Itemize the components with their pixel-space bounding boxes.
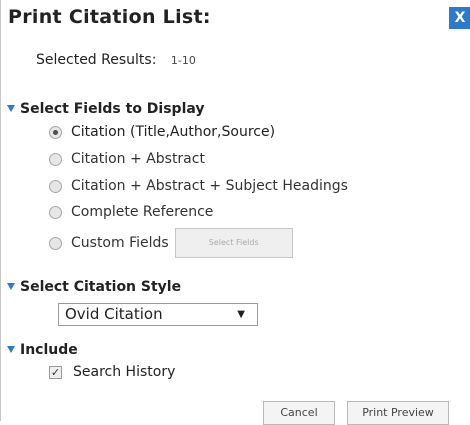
dropdown-arrow-icon: ▼: [237, 309, 245, 320]
include-section-toggle[interactable]: Include: [7, 342, 78, 358]
selected-results-label: Selected Results:: [36, 52, 157, 68]
collapse-triangle-icon: [7, 105, 15, 112]
dialog-title: Print Citation List:: [8, 6, 211, 28]
field-option-label: Citation + Abstract + Subject Headings: [71, 178, 348, 194]
selected-results-value: 1-10: [170, 54, 196, 67]
field-option-label: Citation + Abstract: [71, 151, 205, 167]
fields-section-toggle[interactable]: Select Fields to Display: [7, 101, 205, 117]
field-option-citation-abstract[interactable]: Citation + Abstract: [49, 151, 205, 167]
style-section-toggle[interactable]: Select Citation Style: [7, 279, 181, 295]
radio-button-selected[interactable]: [49, 125, 62, 139]
cancel-button[interactable]: Cancel: [263, 401, 335, 425]
close-button[interactable]: X: [449, 7, 470, 29]
select-fields-button[interactable]: Select Fields: [174, 228, 293, 258]
citation-style-value: Ovid Citation: [65, 305, 163, 323]
search-history-label: Search History: [73, 364, 176, 380]
collapse-triangle-icon: [7, 283, 15, 290]
radio-button[interactable]: [49, 205, 62, 219]
field-option-label: Citation (Title,Author,Source): [71, 124, 276, 140]
collapse-triangle-icon: [7, 346, 15, 353]
field-option-citation-abstract-subjects[interactable]: Citation + Abstract + Subject Headings: [49, 178, 348, 194]
radio-button[interactable]: [49, 152, 62, 166]
field-option-label: Complete Reference: [71, 204, 214, 220]
search-history-checkbox[interactable]: ✓: [49, 365, 62, 379]
include-section-heading: Include: [20, 342, 78, 358]
selected-results: Selected Results: 1-10: [36, 52, 196, 68]
fields-section-heading: Select Fields to Display: [20, 101, 205, 117]
field-option-custom-fields[interactable]: Custom Fields Select Fields: [49, 228, 293, 258]
search-history-option[interactable]: ✓ Search History: [49, 364, 175, 380]
style-section-heading: Select Citation Style: [20, 279, 182, 295]
print-preview-button[interactable]: Print Preview: [347, 401, 449, 425]
field-option-citation[interactable]: Citation (Title,Author,Source): [49, 124, 275, 140]
radio-button[interactable]: [49, 179, 62, 193]
citation-style-select[interactable]: Ovid Citation ▼: [58, 303, 258, 326]
field-option-complete-reference[interactable]: Complete Reference: [49, 204, 213, 220]
radio-button[interactable]: [49, 236, 62, 250]
print-citation-dialog: Print Citation List: X Selected Results:…: [0, 0, 470, 425]
field-option-label: Custom Fields: [71, 235, 169, 251]
